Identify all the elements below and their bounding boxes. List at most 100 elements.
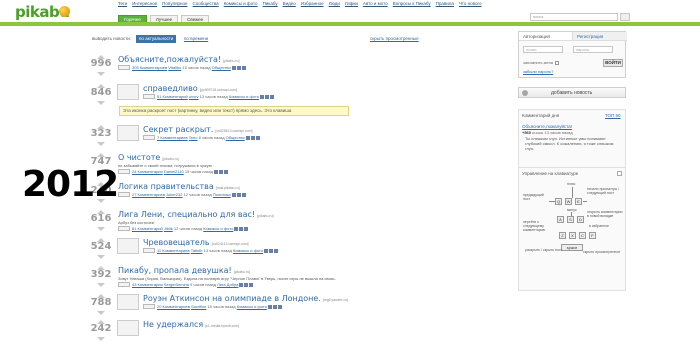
share-icon[interactable] bbox=[274, 248, 279, 253]
share-icon[interactable] bbox=[231, 65, 236, 70]
top-nav-item[interactable]: Вопросы к Пикабу bbox=[393, 1, 431, 6]
expand-post-button[interactable] bbox=[143, 304, 155, 310]
share-icon[interactable] bbox=[231, 192, 236, 197]
hide-viewed-link[interactable]: скрыть просмотренные bbox=[370, 36, 419, 41]
top-nav-item[interactable]: Что нового bbox=[459, 1, 482, 6]
author-link[interactable]: Jiblik bbox=[164, 226, 173, 231]
expand-post-button[interactable] bbox=[118, 282, 130, 288]
comments-link[interactable]: 24 Комментария bbox=[132, 169, 163, 174]
login-field[interactable]: логин bbox=[523, 46, 563, 53]
vote-down-icon[interactable] bbox=[97, 283, 105, 287]
share-icon[interactable] bbox=[234, 226, 239, 231]
login-button[interactable]: ВОЙТИ bbox=[603, 59, 623, 67]
share-icon[interactable] bbox=[249, 282, 254, 287]
author-link[interactable]: Taftolb bbox=[191, 248, 203, 253]
story-thumbnail[interactable] bbox=[117, 84, 139, 100]
story-title-link[interactable]: Объясните,пожалуйста! [pikabu.ru] bbox=[118, 55, 239, 64]
share-icon[interactable] bbox=[277, 304, 282, 309]
author-link[interactable]: Teeo bbox=[189, 135, 198, 140]
story-title-link[interactable]: Лига Лени, специально для вас! [pikabu.ru… bbox=[118, 210, 273, 219]
sort-by-actuality[interactable]: по актуальности bbox=[136, 35, 177, 43]
top-nav-item[interactable]: Теги bbox=[118, 1, 127, 6]
story-thumbnail[interactable] bbox=[117, 238, 139, 254]
password-field[interactable]: пароль bbox=[573, 46, 613, 53]
share-icon[interactable] bbox=[267, 304, 272, 309]
comments-link[interactable]: 7 Комментариев bbox=[157, 135, 188, 140]
vote-down-icon[interactable] bbox=[97, 255, 105, 259]
tab-login[interactable]: Авторизация bbox=[519, 32, 573, 41]
expand-post-button[interactable] bbox=[143, 135, 155, 141]
story-thumbnail[interactable] bbox=[117, 125, 139, 141]
vote-down-icon[interactable] bbox=[97, 101, 105, 105]
forgot-password-link[interactable]: забыли пароль? bbox=[523, 69, 553, 74]
author-link[interactable]: Sacrifice bbox=[191, 304, 206, 309]
share-icon[interactable] bbox=[239, 226, 244, 231]
community-link[interactable]: Лига Добра bbox=[217, 282, 238, 287]
pikabu-logo[interactable]: pikabu bbox=[15, 3, 75, 21]
share-icon[interactable] bbox=[264, 94, 269, 99]
comments-link[interactable]: 43 Комментария bbox=[132, 282, 163, 287]
vote-down-icon[interactable] bbox=[97, 337, 105, 341]
share-icon[interactable] bbox=[244, 226, 249, 231]
story-title-link[interactable]: О чистоте [pikabu.ru] bbox=[118, 153, 179, 162]
expand-post-button[interactable] bbox=[118, 65, 130, 71]
search-input[interactable]: поиск bbox=[530, 13, 618, 21]
share-icon[interactable] bbox=[272, 304, 277, 309]
vote-down-icon[interactable] bbox=[97, 227, 105, 231]
author-link[interactable]: Vitalibo bbox=[168, 65, 181, 70]
sort-by-time[interactable]: по времени bbox=[184, 36, 208, 41]
top-nav-item[interactable]: Видео bbox=[283, 1, 296, 6]
comments-link[interactable]: 51 Комментарий bbox=[157, 94, 188, 99]
story-title-link[interactable]: Не удержался [s1.media.bymlb.com] bbox=[143, 320, 239, 329]
search-button[interactable] bbox=[620, 13, 630, 21]
community-link[interactable]: Комиксы и фото bbox=[237, 304, 267, 309]
share-icon[interactable] bbox=[239, 282, 244, 287]
share-icon[interactable] bbox=[236, 65, 241, 70]
expand-post-button[interactable] bbox=[143, 248, 155, 254]
share-icon[interactable] bbox=[259, 94, 264, 99]
expand-post-button[interactable] bbox=[118, 169, 130, 175]
top-nav-item[interactable]: Гифки bbox=[345, 1, 358, 6]
expand-post-button[interactable] bbox=[118, 226, 130, 232]
story-thumbnail[interactable] bbox=[117, 294, 139, 310]
share-icon[interactable] bbox=[244, 282, 249, 287]
comments-link[interactable]: 81 Комментарий bbox=[132, 226, 163, 231]
comments-link[interactable]: 305 Комментариев bbox=[132, 65, 167, 70]
top-nav-item[interactable]: Пикабу bbox=[263, 1, 278, 6]
tab-register[interactable]: Регистрация bbox=[573, 32, 627, 41]
comments-link[interactable]: 27 Комментариев bbox=[132, 192, 165, 197]
share-icon[interactable] bbox=[269, 248, 274, 253]
add-story-button[interactable]: добавить новость bbox=[518, 87, 626, 98]
comments-link[interactable]: 20 Комментариев bbox=[157, 304, 190, 309]
comments-link[interactable]: 11 Комментариев bbox=[157, 248, 190, 253]
vote-down-icon[interactable] bbox=[97, 72, 105, 76]
remember-checkbox[interactable] bbox=[555, 60, 560, 65]
community-link[interactable]: Общество bbox=[212, 65, 231, 70]
vote-down-icon[interactable] bbox=[97, 142, 105, 146]
share-icon[interactable] bbox=[224, 169, 229, 174]
story-title-link[interactable]: Логика правительства [mail.pikabu.ru] bbox=[118, 182, 240, 191]
share-icon[interactable] bbox=[245, 135, 250, 140]
vote-down-icon[interactable] bbox=[97, 311, 105, 315]
share-icon[interactable] bbox=[250, 135, 255, 140]
author-link[interactable]: uvvrv bbox=[189, 94, 199, 99]
share-icon[interactable] bbox=[264, 248, 269, 253]
expand-post-button[interactable] bbox=[143, 94, 155, 100]
top50-link[interactable]: ТОП 50 bbox=[605, 113, 621, 118]
share-icon[interactable] bbox=[214, 169, 219, 174]
story-title-link[interactable]: Пикабу, пропала девушка! [pikabu.ru] bbox=[118, 266, 250, 275]
community-link[interactable]: Общество bbox=[226, 135, 245, 140]
share-icon[interactable] bbox=[241, 192, 246, 197]
top-nav-item[interactable]: Правила bbox=[436, 1, 454, 6]
community-link[interactable]: Комиксы и фото bbox=[229, 94, 259, 99]
top-nav-item[interactable]: Интересное bbox=[132, 1, 157, 6]
story-title-link[interactable]: справедливо [pp999716.userapi.com] bbox=[143, 84, 237, 93]
top-nav-item[interactable]: Люди bbox=[329, 1, 340, 6]
community-link[interactable]: Комиксы и фото bbox=[233, 248, 263, 253]
top-nav-item[interactable]: Комиксы и фото bbox=[224, 1, 258, 6]
expand-post-button[interactable] bbox=[118, 192, 130, 198]
share-icon[interactable] bbox=[255, 135, 260, 140]
share-icon[interactable] bbox=[236, 192, 241, 197]
top-nav-item[interactable]: Избранное bbox=[301, 1, 324, 6]
story-title-link[interactable]: Роуэн Аткинсон на олимпиаде в Лондоне. [m… bbox=[143, 294, 348, 303]
